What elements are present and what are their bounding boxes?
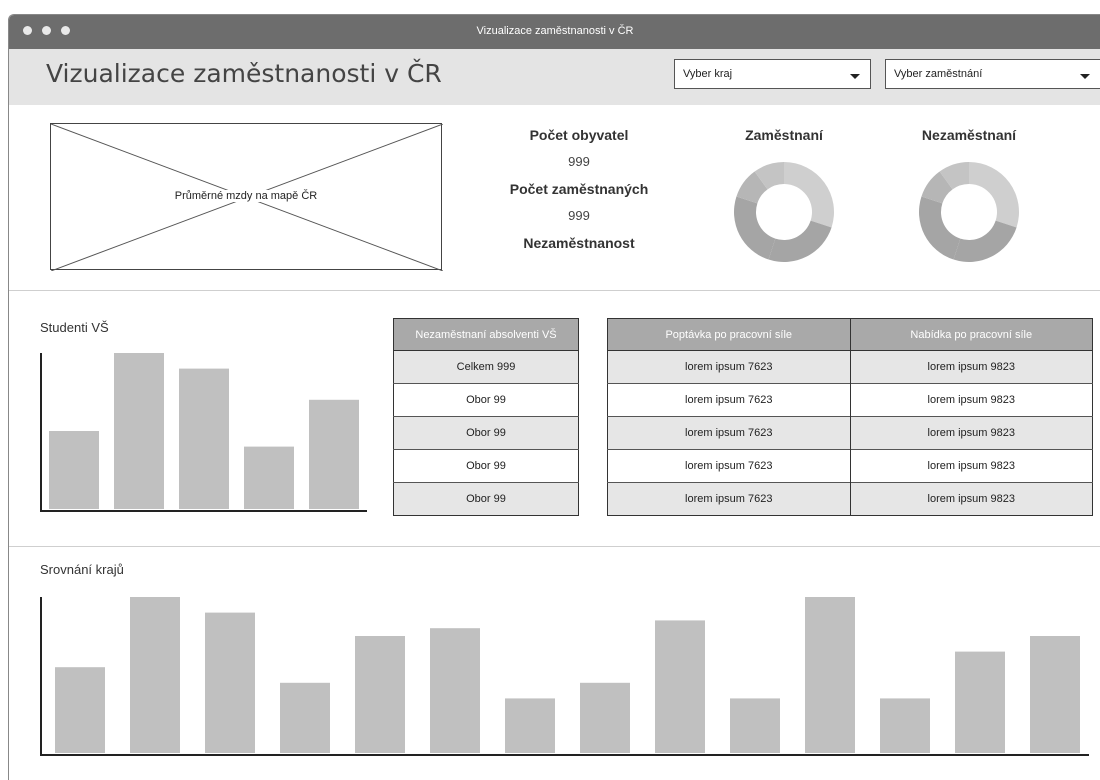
table-row[interactable]: Obor 99	[393, 383, 579, 417]
table-cell: Celkem 999	[393, 350, 579, 384]
table-row[interactable]: Celkem 999	[393, 350, 579, 384]
table-cell: Obor 99	[393, 449, 579, 483]
donut-slice[interactable]	[969, 162, 1019, 228]
graduates-table-header: Nezaměstnaní absolventi VŠ	[393, 318, 579, 351]
table-row[interactable]: lorem ipsum 7623 lorem ipsum 9823	[607, 350, 1093, 384]
table-cell: lorem ipsum 9823	[849, 416, 1093, 450]
donut-slice[interactable]	[953, 220, 1017, 262]
bar[interactable]	[114, 353, 164, 509]
bar[interactable]	[130, 597, 180, 753]
bar[interactable]	[880, 698, 930, 753]
bar[interactable]	[309, 399, 359, 509]
table-cell: lorem ipsum 9823	[849, 482, 1093, 516]
region-select[interactable]: Vyber kraj	[674, 59, 871, 89]
section-divider	[9, 546, 1100, 547]
window-title: Vizualizace zaměstnanosti v ČR	[476, 25, 634, 37]
donut-slice[interactable]	[734, 196, 776, 260]
table-cell: lorem ipsum 9823	[849, 449, 1093, 483]
unemployed-donut-title: Nezaměstnaní	[921, 127, 1017, 143]
bar[interactable]	[205, 612, 255, 753]
table-row[interactable]: Obor 99	[393, 482, 579, 516]
stats-panel: Počet obyvatel 999 Počet zaměstnaných 99…	[479, 123, 679, 255]
table-cell: Obor 99	[393, 383, 579, 417]
title-bar: Vizualizace zaměstnanosti v ČR	[9, 15, 1100, 49]
table-cell: lorem ipsum 7623	[607, 482, 850, 516]
table-row[interactable]: Obor 99	[393, 449, 579, 483]
table-cell: lorem ipsum 7623	[607, 350, 850, 384]
app-header: Vizualizace zaměstnanosti v ČR Vyber kra…	[9, 49, 1100, 105]
unemployed-donut-chart[interactable]	[914, 157, 1024, 267]
employed-value: 999	[568, 208, 590, 223]
bar[interactable]	[805, 597, 855, 753]
bar[interactable]	[730, 698, 780, 753]
table-cell: lorem ipsum 9823	[849, 383, 1093, 417]
table-row[interactable]: lorem ipsum 7623 lorem ipsum 9823	[607, 416, 1093, 450]
table-cell: Obor 99	[393, 482, 579, 516]
graduates-table: Nezaměstnaní absolventi VŠ Celkem 999 Ob…	[393, 318, 579, 516]
bar[interactable]	[1030, 636, 1080, 753]
region-select-value: Vyber kraj	[683, 68, 733, 80]
regions-bar-chart[interactable]	[37, 593, 1093, 759]
map-label: Průměrné mzdy na mapě ČR	[172, 190, 320, 202]
students-bar-chart[interactable]	[37, 349, 373, 515]
bar[interactable]	[505, 698, 555, 753]
students-chart-label: Studenti VŠ	[40, 320, 109, 335]
table-row[interactable]: lorem ipsum 7623 lorem ipsum 9823	[607, 449, 1093, 483]
employed-donut-chart[interactable]	[729, 157, 839, 267]
population-value: 999	[568, 154, 590, 169]
chevron-down-icon	[1080, 74, 1090, 79]
wage-map-placeholder[interactable]: Průměrné mzdy na mapě ČR	[50, 123, 443, 271]
regions-chart-label: Srovnání krajů	[40, 562, 124, 577]
section-divider	[9, 290, 1100, 291]
bar[interactable]	[955, 651, 1005, 753]
bar[interactable]	[580, 682, 630, 753]
page-title: Vizualizace zaměstnanosti v ČR	[46, 59, 442, 88]
chevron-down-icon	[850, 74, 860, 79]
bar[interactable]	[655, 620, 705, 753]
bar[interactable]	[55, 667, 105, 753]
unemployed-donut-block: Nezaměstnaní	[894, 123, 1044, 272]
table-row[interactable]: lorem ipsum 7623 lorem ipsum 9823	[607, 383, 1093, 417]
supply-column-header: Nabídka po pracovní síle	[849, 318, 1093, 351]
table-row[interactable]: lorem ipsum 7623 lorem ipsum 9823	[607, 482, 1093, 516]
table-cell: lorem ipsum 7623	[607, 383, 850, 417]
population-label: Počet obyvatel	[529, 127, 629, 143]
unemployment-label: Nezaměstnanost	[523, 235, 635, 251]
table-cell: Obor 99	[393, 416, 579, 450]
table-cell: lorem ipsum 9823	[849, 350, 1093, 384]
table-row[interactable]: Obor 99	[393, 416, 579, 450]
donut-slice[interactable]	[784, 162, 834, 228]
bar[interactable]	[280, 682, 330, 753]
labor-market-table: Poptávka po pracovní síle Nabídka po pra…	[607, 318, 1093, 516]
app-window: Vizualizace zaměstnanosti v ČR Vizualiza…	[8, 14, 1100, 780]
table-cell: lorem ipsum 7623	[607, 449, 850, 483]
employed-label: Počet zaměstnaných	[509, 181, 649, 197]
demand-column-header: Poptávka po pracovní síle	[607, 318, 850, 351]
donut-slice[interactable]	[919, 196, 961, 260]
employed-donut-block: Zaměstnaní	[709, 123, 859, 272]
occupation-select-value: Vyber zaměstnání	[894, 68, 983, 80]
bar[interactable]	[430, 628, 480, 753]
donut-slice[interactable]	[768, 220, 832, 262]
employed-donut-title: Zaměstnaní	[745, 127, 823, 143]
table-cell: lorem ipsum 7623	[607, 416, 850, 450]
bar[interactable]	[244, 446, 294, 509]
bar[interactable]	[355, 636, 405, 753]
occupation-select[interactable]: Vyber zaměstnání	[885, 59, 1100, 89]
bar[interactable]	[179, 368, 229, 509]
bar[interactable]	[49, 431, 99, 509]
